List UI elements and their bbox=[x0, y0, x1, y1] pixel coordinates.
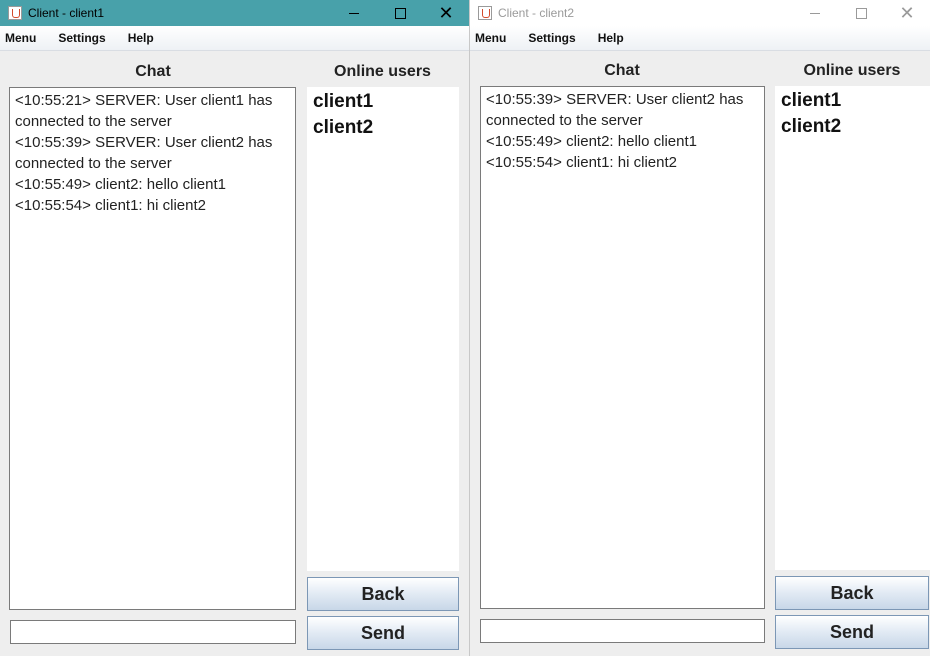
user-list-item[interactable]: client2 bbox=[781, 114, 924, 140]
close-icon: ✕ bbox=[899, 3, 915, 23]
menu-item-settings[interactable]: Settings bbox=[517, 31, 586, 45]
user-list-item[interactable]: client2 bbox=[313, 115, 453, 141]
menu-item-help[interactable]: Help bbox=[117, 31, 165, 45]
close-button[interactable]: ✕ bbox=[884, 0, 930, 26]
title-bar[interactable]: Client - client1 ✕ bbox=[0, 0, 469, 26]
maximize-button[interactable] bbox=[838, 0, 884, 26]
chat-message: <10:55:54> client1: hi client2 bbox=[15, 197, 206, 214]
menu-item-menu[interactable]: Menu bbox=[0, 31, 47, 45]
maximize-icon bbox=[394, 7, 406, 19]
menu-item-settings[interactable]: Settings bbox=[47, 31, 116, 45]
message-input[interactable] bbox=[480, 619, 765, 643]
chat-log[interactable]: <10:55:21> SERVER: User client1 has conn… bbox=[9, 87, 296, 610]
back-button[interactable]: Back bbox=[775, 576, 929, 610]
minimize-icon bbox=[349, 12, 359, 14]
message-input[interactable] bbox=[10, 620, 296, 644]
client2-window: Client - client2 ✕ Menu Settings Help Ch… bbox=[469, 0, 930, 656]
send-button[interactable]: Send bbox=[775, 615, 929, 649]
java-cup-icon bbox=[478, 6, 492, 20]
menu-bar: Menu Settings Help bbox=[0, 26, 469, 51]
chat-message: <10:55:54> client1: hi client2 bbox=[486, 154, 677, 171]
java-cup-icon bbox=[8, 6, 22, 20]
send-button[interactable]: Send bbox=[307, 616, 459, 650]
maximize-button[interactable] bbox=[377, 0, 423, 26]
chat-log[interactable]: <10:55:39> SERVER: User client2 has conn… bbox=[480, 86, 765, 609]
chat-message: <10:55:49> client2: hello client1 bbox=[486, 133, 697, 150]
online-users-heading: Online users bbox=[803, 62, 901, 79]
online-users-list[interactable]: client1 client2 bbox=[307, 87, 459, 571]
online-users-heading: Online users bbox=[334, 63, 431, 80]
chat-message: <10:55:39> SERVER: User client2 has conn… bbox=[15, 134, 273, 172]
user-list-item[interactable]: client1 bbox=[313, 89, 453, 115]
menu-item-help[interactable]: Help bbox=[587, 31, 635, 45]
chat-heading: Chat bbox=[604, 62, 640, 79]
chat-heading: Chat bbox=[135, 63, 171, 80]
title-bar[interactable]: Client - client2 ✕ bbox=[470, 0, 930, 26]
close-icon: ✕ bbox=[438, 3, 454, 23]
chat-message: <10:55:21> SERVER: User client1 has conn… bbox=[15, 92, 273, 130]
maximize-icon bbox=[855, 7, 867, 19]
minimize-button[interactable] bbox=[792, 0, 838, 26]
client1-window: Client - client1 ✕ Menu Settings Help Ch… bbox=[0, 0, 469, 656]
chat-message: <10:55:39> SERVER: User client2 has conn… bbox=[486, 91, 744, 129]
menu-bar: Menu Settings Help bbox=[470, 26, 930, 51]
window-title: Client - client2 bbox=[498, 6, 575, 20]
window-title: Client - client1 bbox=[28, 6, 105, 20]
online-users-list[interactable]: client1 client2 bbox=[775, 86, 930, 570]
minimize-button[interactable] bbox=[331, 0, 377, 26]
menu-item-menu[interactable]: Menu bbox=[470, 31, 517, 45]
user-list-item[interactable]: client1 bbox=[781, 88, 924, 114]
back-button[interactable]: Back bbox=[307, 577, 459, 611]
minimize-icon bbox=[810, 12, 820, 14]
close-button[interactable]: ✕ bbox=[423, 0, 469, 26]
chat-message: <10:55:49> client2: hello client1 bbox=[15, 176, 226, 193]
